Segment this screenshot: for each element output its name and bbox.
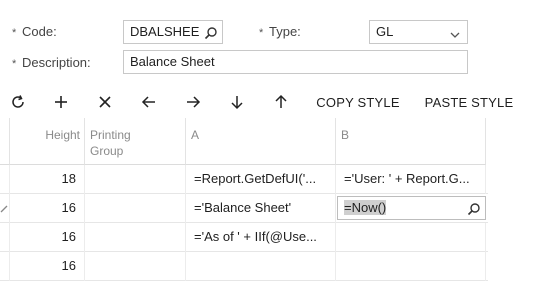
required-mark: * bbox=[12, 27, 17, 39]
column-b-editor[interactable]: =Now() bbox=[337, 196, 486, 220]
height-cell[interactable]: 16 bbox=[10, 194, 85, 223]
column-a-cell[interactable]: =Report.GetDefUI('... bbox=[186, 165, 336, 194]
paste-style-button[interactable]: PASTE STYLE bbox=[419, 86, 519, 118]
delete-row-button[interactable] bbox=[91, 86, 119, 118]
row-selector-header bbox=[0, 118, 10, 165]
chevron-down-icon bbox=[449, 26, 463, 40]
printing-group-cell[interactable] bbox=[85, 194, 186, 223]
refresh-icon bbox=[12, 95, 24, 108]
table-row[interactable]: 16 ='As of ' + IIf(@Use... bbox=[0, 223, 488, 252]
delete-icon bbox=[99, 96, 111, 108]
search-icon[interactable] bbox=[467, 201, 481, 219]
type-value: GL bbox=[376, 24, 394, 39]
column-b-editor-value: =Now() bbox=[344, 200, 387, 215]
arrow-down-icon bbox=[231, 96, 243, 110]
column-a-cell[interactable] bbox=[186, 252, 336, 281]
row-selector[interactable] bbox=[0, 223, 10, 252]
description-field[interactable]: Balance Sheet bbox=[123, 50, 468, 74]
grid-toolbar: COPY STYLE PASTE STYLE bbox=[0, 86, 538, 118]
code-field[interactable]: DBALSHEE bbox=[123, 20, 223, 44]
move-down-button[interactable] bbox=[223, 86, 251, 118]
arrow-right-icon bbox=[187, 96, 201, 108]
add-icon bbox=[55, 96, 67, 108]
edit-pencil-icon bbox=[0, 205, 8, 213]
report-header-form: * Code: DBALSHEE * Type: GL * Descriptio… bbox=[0, 0, 538, 84]
arrow-left-icon bbox=[141, 96, 155, 108]
type-label: Type: bbox=[269, 24, 301, 39]
column-a-cell[interactable]: ='As of ' + IIf(@Use... bbox=[186, 223, 336, 252]
refresh-button[interactable] bbox=[4, 86, 32, 118]
move-up-button[interactable] bbox=[267, 86, 295, 118]
height-cell[interactable]: 16 bbox=[10, 223, 85, 252]
table-row[interactable]: 16 bbox=[0, 252, 488, 281]
height-cell[interactable]: 18 bbox=[10, 165, 85, 194]
type-select[interactable]: GL bbox=[369, 20, 468, 44]
printing-group-cell[interactable] bbox=[85, 252, 186, 281]
column-a-cell[interactable]: ='Balance Sheet' bbox=[186, 194, 336, 223]
column-header-b[interactable]: B bbox=[336, 118, 486, 165]
move-right-button[interactable] bbox=[179, 86, 207, 118]
code-label: Code: bbox=[22, 24, 57, 39]
column-header-height[interactable]: Height bbox=[10, 118, 85, 165]
table-row[interactable]: 16 ='Balance Sheet' =Now() bbox=[0, 194, 488, 223]
required-mark: * bbox=[259, 27, 264, 39]
report-rows-grid: Height Printing Group A B 18 =Report.Get… bbox=[0, 118, 538, 282]
description-label: Description: bbox=[22, 55, 91, 70]
column-b-cell[interactable] bbox=[336, 223, 486, 252]
add-row-button[interactable] bbox=[47, 86, 75, 118]
column-b-cell[interactable]: ='User: ' + Report.G... bbox=[336, 165, 486, 194]
column-header-a[interactable]: A bbox=[186, 118, 336, 165]
arrow-up-icon bbox=[275, 94, 287, 108]
row-selector[interactable] bbox=[0, 194, 10, 223]
table-row[interactable]: 18 =Report.GetDefUI('... ='User: ' + Rep… bbox=[0, 165, 488, 194]
code-value: DBALSHEE bbox=[130, 24, 200, 39]
move-left-button[interactable] bbox=[135, 86, 163, 118]
description-value: Balance Sheet bbox=[130, 54, 215, 69]
printing-group-cell[interactable] bbox=[85, 165, 186, 194]
row-selector[interactable] bbox=[0, 252, 10, 281]
required-mark: * bbox=[12, 58, 17, 70]
row-selector[interactable] bbox=[0, 165, 10, 194]
printing-group-cell[interactable] bbox=[85, 223, 186, 252]
search-icon[interactable] bbox=[204, 25, 218, 40]
column-header-printing-group[interactable]: Printing Group bbox=[85, 118, 186, 165]
copy-style-button[interactable]: COPY STYLE bbox=[311, 86, 405, 118]
column-b-cell[interactable] bbox=[336, 252, 486, 281]
height-cell[interactable]: 16 bbox=[10, 252, 85, 281]
